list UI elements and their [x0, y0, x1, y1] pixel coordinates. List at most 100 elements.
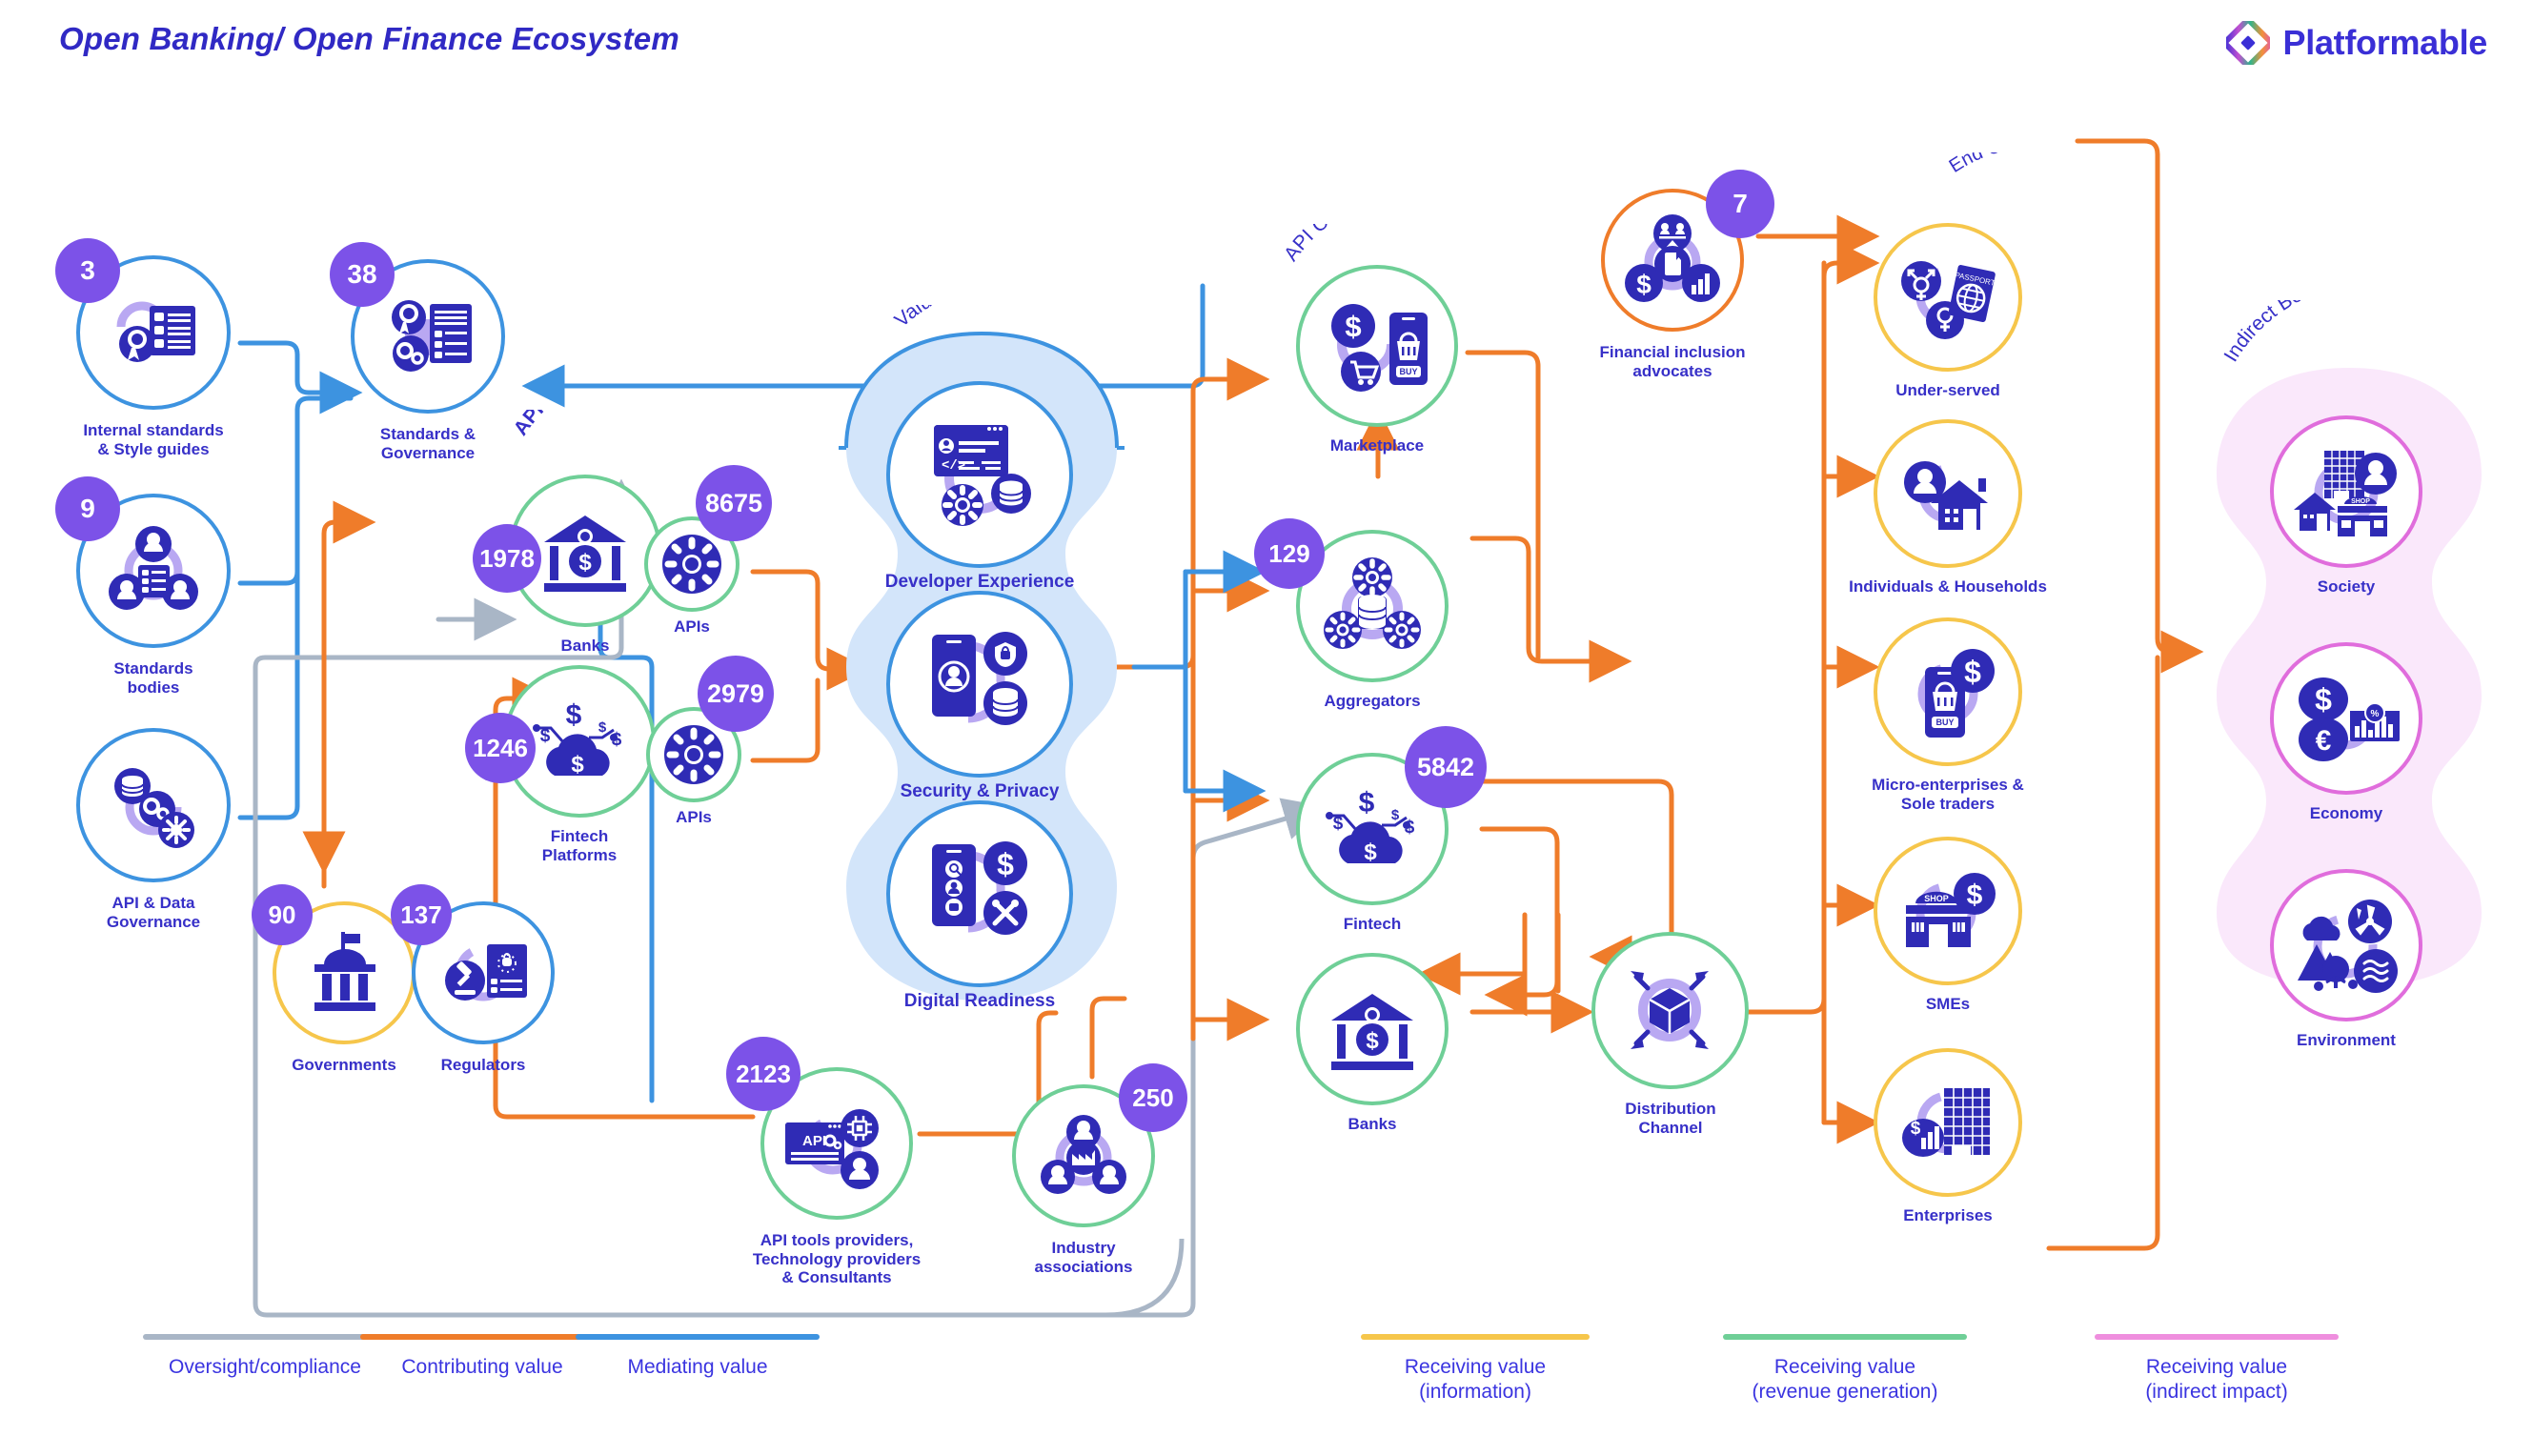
node-count-badge: 137 [391, 884, 452, 945]
svg-text:$: $ [598, 719, 607, 736]
node-label: Financial inclusion advocates [1599, 343, 1746, 380]
node-label: Aggregators [1324, 692, 1421, 710]
node-label: API & Data Governance [106, 894, 201, 931]
gears-database-icon [1317, 551, 1428, 661]
node-label: Industry associations [1034, 1239, 1133, 1276]
node-count-badge: 7 [1706, 170, 1774, 238]
legend-label: Mediating value [627, 1356, 768, 1378]
svg-text:$: $ [1636, 270, 1652, 299]
svg-text:$: $ [1911, 1119, 1921, 1139]
legend-color-bar [1361, 1334, 1590, 1340]
legend-item-receiving-value-indirect: Receiving value (indirect impact) [2095, 1334, 2339, 1405]
checklist-award-icon [101, 280, 206, 385]
node-label: Digital Readiness [903, 991, 1056, 1011]
node-count-badge: 129 [1254, 518, 1325, 589]
node-label: Fintech Platforms [541, 827, 618, 864]
node-label: Developer Experience [884, 572, 1075, 592]
node-count-badge: 250 [1119, 1063, 1187, 1132]
legend-label: Receiving value (revenue generation) [1752, 1356, 1938, 1404]
node-count-badge: 1246 [465, 713, 536, 783]
svg-text:API: API [802, 1133, 826, 1149]
box-arrows-icon [1622, 962, 1717, 1058]
svg-text:$: $ [1967, 880, 1983, 911]
node-label: Banks [1348, 1115, 1397, 1133]
cart-buy-phone-icon: $ BUY [1319, 290, 1435, 402]
node-label: SMEs [1925, 995, 1971, 1013]
node-label: Under-served [1895, 381, 2000, 399]
node-label: Marketplace [1329, 436, 1425, 455]
legend-color-bar [360, 1334, 604, 1340]
svg-text:$: $ [566, 699, 582, 731]
nature-wind-water-icon [2287, 890, 2405, 1001]
node-label: Distribution Channel [1625, 1100, 1716, 1137]
node-count-badge: 8675 [696, 465, 772, 541]
gender-passport-icon: PASSPORT [1893, 242, 2003, 353]
database-gears-icon [101, 753, 206, 858]
node-count-badge: 3 [55, 238, 120, 303]
cloud-money-icon: $ $ $ $ $ [524, 690, 635, 789]
node-count-badge: 9 [55, 476, 120, 541]
svg-text:$: $ [997, 847, 1014, 881]
node-count-badge: 90 [252, 884, 313, 945]
node-label: Fintech [1343, 915, 1402, 933]
gear-icon [659, 532, 724, 597]
shop-dollar-icon: SHOP $ [1895, 861, 2001, 961]
legend-color-bar [143, 1334, 387, 1340]
node-label: API tools providers, Technology providers… [752, 1231, 922, 1287]
svg-text:$: $ [1364, 839, 1377, 865]
legend-item-receiving-value-revenue: Receiving value (revenue generation) [1723, 1334, 1967, 1405]
legend-color-bar [2095, 1334, 2339, 1340]
cloud-money-icon: $ $ $ $ $ [1317, 778, 1428, 877]
legend-item-oversight-compliance: Oversight/compliance [143, 1334, 387, 1380]
svg-text:$: $ [1359, 787, 1375, 819]
node-label: Environment [2297, 1031, 2396, 1049]
legend-label: Contributing value [401, 1356, 563, 1378]
svg-text:BUY: BUY [1399, 367, 1417, 376]
svg-text:€: € [2316, 725, 2332, 757]
connector-layer [237, 138, 2204, 1318]
svg-text:$: $ [1345, 310, 1361, 343]
legend-color-bar [576, 1334, 820, 1340]
node-count-badge: 1978 [473, 524, 541, 593]
legend-item-receiving-value-information: Receiving value (information) [1361, 1334, 1590, 1405]
svg-text:$: $ [1964, 655, 1981, 689]
people-document-icon [101, 518, 206, 623]
person-house-icon [1895, 442, 2001, 545]
phone-tools-dollar-icon: $ [922, 827, 1037, 961]
svg-text:SHOP: SHOP [2351, 498, 2370, 505]
node-count-badge: 2979 [698, 656, 774, 732]
legend-label: Oversight/compliance [169, 1356, 361, 1378]
svg-text:$: $ [1391, 807, 1400, 823]
node-label: Regulators [440, 1056, 526, 1074]
node-label: Security & Privacy [900, 781, 1060, 801]
gavel-regulation-icon [433, 922, 534, 1023]
inclusion-balance-icon: $ [1620, 208, 1725, 313]
svg-text:$: $ [578, 550, 592, 576]
dollar-euro-chart-icon: $ € % [2289, 665, 2403, 772]
legend: Oversight/compliance Contributing value … [0, 1334, 2533, 1448]
node-label: Standards & Governance [379, 425, 476, 462]
node-label: APIs [676, 808, 712, 826]
legend-label: Receiving value (indirect impact) [2145, 1356, 2288, 1404]
legend-color-bar [1723, 1334, 1967, 1340]
svg-text:BUY: BUY [1935, 718, 1954, 727]
svg-text:</>: </> [942, 458, 965, 474]
node-label: APIs [674, 617, 710, 636]
svg-text:$: $ [1366, 1028, 1379, 1054]
svg-text:$: $ [571, 752, 584, 778]
people-factory-icon [1033, 1105, 1134, 1206]
gear-icon [661, 722, 726, 787]
bank-dollar-icon: $ [536, 501, 635, 600]
bank-dollar-icon: $ [1325, 981, 1420, 1077]
government-building-icon [297, 924, 393, 1020]
node-count-badge: 5842 [1405, 726, 1487, 808]
node-label: Economy [2309, 804, 2383, 822]
svg-text:%: % [2371, 709, 2380, 719]
tower-chart-icon: $ [1895, 1069, 2001, 1176]
node-label: Enterprises [1903, 1206, 1993, 1224]
node-label: Internal standards & Style guides [83, 421, 224, 458]
node-count-badge: 38 [330, 242, 395, 307]
node-count-badge: 2123 [726, 1037, 800, 1111]
code-window-database-icon: </> [919, 410, 1041, 539]
legend-label: Receiving value (information) [1404, 1356, 1547, 1404]
